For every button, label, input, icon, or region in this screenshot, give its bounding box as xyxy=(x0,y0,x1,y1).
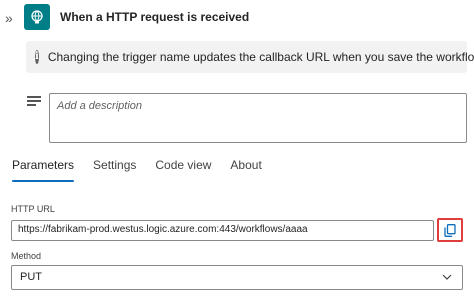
http-url-field[interactable]: https://fabrikam-prod.westus.logic.azure… xyxy=(11,220,434,241)
info-message-bar: i Changing the trigger name updates the … xyxy=(26,41,474,73)
text-description-icon xyxy=(27,96,41,106)
tab-code-view[interactable]: Code view xyxy=(155,158,211,182)
method-label: Method xyxy=(11,251,42,261)
description-input[interactable]: Add a description xyxy=(49,93,467,143)
info-icon: i xyxy=(35,50,39,64)
tab-settings[interactable]: Settings xyxy=(93,158,136,182)
tab-about[interactable]: About xyxy=(230,158,261,182)
http-url-label: HTTP URL xyxy=(11,204,55,214)
http-request-icon xyxy=(24,4,50,30)
method-dropdown[interactable]: PUT xyxy=(11,265,463,290)
trigger-title[interactable]: When a HTTP request is received xyxy=(60,10,249,24)
double-chevron-right-icon[interactable]: » xyxy=(5,10,17,26)
tab-list: Parameters Settings Code view About xyxy=(12,158,281,182)
copy-url-button[interactable] xyxy=(437,218,463,242)
copy-icon xyxy=(444,223,456,237)
chevron-down-icon xyxy=(442,274,452,280)
tab-parameters[interactable]: Parameters xyxy=(12,158,75,182)
method-value: PUT xyxy=(20,271,42,283)
info-message-text: Changing the trigger name updates the ca… xyxy=(47,50,474,64)
